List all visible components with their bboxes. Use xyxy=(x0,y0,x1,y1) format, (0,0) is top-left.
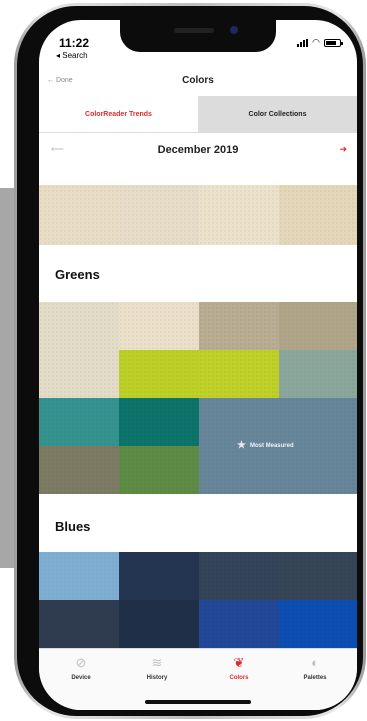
color-swatch[interactable] xyxy=(39,398,119,446)
section-title-blues: Blues xyxy=(55,519,91,534)
navigation-bar: ← Done Colors xyxy=(39,70,357,96)
tab-device[interactable]: ⊘ Device xyxy=(51,655,111,681)
section-title-greens: Greens xyxy=(55,267,100,282)
arrow-right-icon[interactable]: ➜ xyxy=(339,144,347,155)
color-swatch[interactable] xyxy=(279,350,357,398)
tab-colors[interactable]: ❦ Colors xyxy=(209,655,269,681)
tab-palettes[interactable]: ◐ Palettes xyxy=(285,655,345,681)
device-icon: ⊘ xyxy=(75,655,87,670)
notch xyxy=(120,20,276,52)
tab-colors-label: Colors xyxy=(229,675,249,681)
color-grid-scroll[interactable]: Greens ★ Most Measured Blues xyxy=(39,170,357,648)
camera-icon xyxy=(230,26,238,34)
status-back-link[interactable]: ◂ Search xyxy=(56,51,88,60)
color-swatch[interactable] xyxy=(279,600,357,648)
color-swatch[interactable] xyxy=(199,552,279,600)
tab-device-label: Device xyxy=(71,675,91,681)
page-title: Colors xyxy=(182,75,214,86)
palettes-icon: ◐ xyxy=(311,655,319,670)
tab-history-label: History xyxy=(146,675,168,681)
color-swatch[interactable] xyxy=(199,600,279,648)
speaker-icon xyxy=(174,28,214,33)
color-swatch[interactable] xyxy=(119,302,199,350)
color-swatch[interactable] xyxy=(39,302,119,350)
color-swatch[interactable] xyxy=(119,350,199,398)
color-swatch[interactable] xyxy=(199,350,279,398)
color-swatch[interactable] xyxy=(279,552,357,600)
tab-palettes-label: Palettes xyxy=(303,675,327,681)
status-icons: ◠ xyxy=(297,37,343,47)
most-measured-badge: ★ Most Measured xyxy=(237,440,294,451)
signal-icon xyxy=(297,38,309,47)
phone-bezel: 11:22 ◂ Search ◠ ← Done Colors ColorRead… xyxy=(17,6,363,716)
tab-history[interactable]: ≋ History xyxy=(127,655,187,681)
color-swatch[interactable] xyxy=(39,185,119,245)
color-swatch[interactable] xyxy=(39,446,119,494)
month-label: December 2019 xyxy=(157,144,239,156)
color-swatch[interactable] xyxy=(119,185,199,245)
color-swatch[interactable] xyxy=(279,302,357,350)
color-swatch[interactable] xyxy=(119,398,199,446)
color-swatch[interactable] xyxy=(119,600,199,648)
star-icon: ★ xyxy=(237,440,246,451)
color-swatch[interactable] xyxy=(119,552,199,600)
color-swatch[interactable] xyxy=(39,552,119,600)
color-swatch[interactable] xyxy=(39,600,119,648)
most-measured-label: Most Measured xyxy=(249,442,294,449)
battery-icon xyxy=(324,38,343,47)
color-swatch[interactable] xyxy=(199,302,279,350)
home-indicator xyxy=(145,700,251,704)
wifi-icon: ◠ xyxy=(312,37,320,47)
status-time: 11:22 xyxy=(59,36,90,50)
color-swatch[interactable] xyxy=(279,185,357,245)
color-swatch[interactable] xyxy=(39,350,119,398)
month-selector: ⟵ December 2019 ➜ xyxy=(39,140,357,164)
tab-color-collections[interactable]: Color Collections xyxy=(198,96,357,132)
app-screen: 11:22 ◂ Search ◠ ← Done Colors ColorRead… xyxy=(39,20,357,710)
history-icon: ≋ xyxy=(151,655,163,670)
colors-icon: ❦ xyxy=(233,655,245,670)
color-swatch[interactable] xyxy=(119,446,199,494)
phone-frame: 11:22 ◂ Search ◠ ← Done Colors ColorRead… xyxy=(14,3,366,719)
segment-tabs: ColorReader Trends Color Collections xyxy=(39,96,357,133)
color-swatch[interactable] xyxy=(199,185,279,245)
tab-colorreader-trends[interactable]: ColorReader Trends xyxy=(39,96,198,132)
